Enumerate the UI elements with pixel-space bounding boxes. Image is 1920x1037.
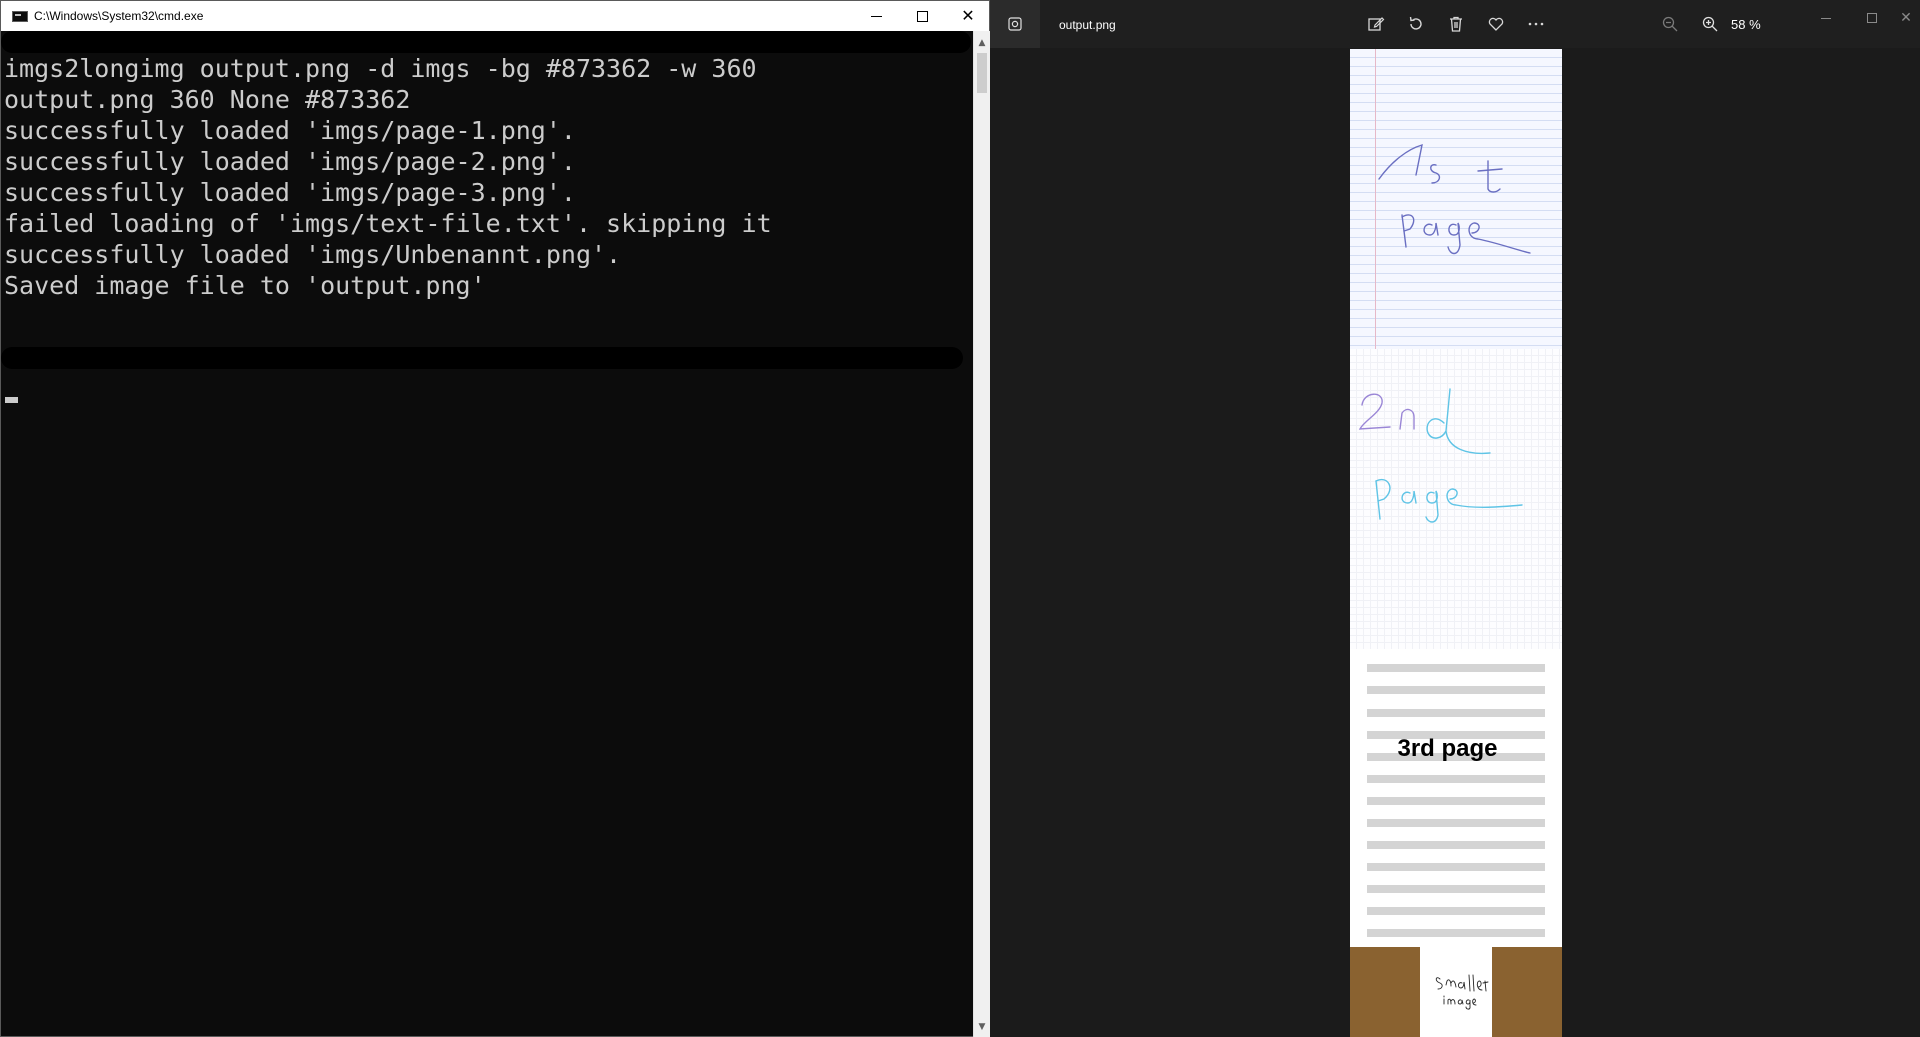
image-page-2 bbox=[1350, 349, 1562, 649]
terminal-line: imgs2longimg output.png -d imgs -bg #873… bbox=[4, 54, 757, 83]
photos-close-button[interactable]: ✕ bbox=[1886, 6, 1920, 30]
cmd-window-title: C:\Windows\System32\cmd.exe bbox=[34, 9, 204, 23]
grey-line bbox=[1367, 686, 1545, 694]
grey-line bbox=[1367, 863, 1545, 871]
edit-button[interactable] bbox=[1364, 12, 1388, 36]
terminal-line: successfully loaded 'imgs/page-2.png'. bbox=[4, 147, 576, 176]
scroll-up-icon[interactable]: ▲ bbox=[974, 35, 990, 51]
image-page-4 bbox=[1420, 947, 1492, 1037]
grey-line bbox=[1367, 664, 1545, 672]
cmd-scrollbar[interactable]: ▲ ▼ bbox=[973, 31, 990, 1037]
photos-minimize-button[interactable] bbox=[1806, 6, 1846, 30]
terminal-line: successfully loaded 'imgs/page-3.png'. bbox=[4, 178, 576, 207]
image-canvas[interactable]: 3rd page bbox=[990, 48, 1920, 1037]
delete-button[interactable] bbox=[1444, 12, 1468, 36]
grey-line bbox=[1367, 797, 1545, 805]
delete-icon bbox=[1450, 16, 1462, 32]
handwriting-1st-page bbox=[1378, 144, 1531, 255]
handwriting-2nd-page bbox=[1358, 388, 1523, 523]
terminal-output[interactable]: imgs2longimg output.png -d imgs -bg #873… bbox=[1, 31, 973, 1037]
edit-icon bbox=[1368, 17, 1385, 31]
terminal-line: Saved image file to 'output.png' bbox=[4, 271, 486, 300]
minimize-button[interactable] bbox=[853, 1, 899, 31]
maximize-icon bbox=[1867, 13, 1877, 23]
rotate-button[interactable] bbox=[1404, 12, 1428, 36]
photos-app-tab[interactable] bbox=[990, 0, 1040, 48]
cmd-titlebar[interactable]: C:\Windows\System32\cmd.exe ✕ bbox=[1, 1, 989, 31]
photos-toolbar: output.png 58 % ✕ bbox=[990, 0, 1920, 48]
grey-line bbox=[1367, 775, 1545, 783]
image-page-3: 3rd page bbox=[1350, 649, 1562, 947]
more-icon bbox=[1528, 22, 1544, 26]
terminal-line: successfully loaded 'imgs/Unbenannt.png'… bbox=[4, 240, 622, 269]
photos-app-icon bbox=[1008, 17, 1022, 31]
minimize-icon bbox=[1821, 17, 1831, 19]
scroll-down-icon[interactable]: ▼ bbox=[974, 1019, 990, 1035]
redacted-line bbox=[1, 31, 971, 53]
zoom-in-icon bbox=[1702, 16, 1718, 32]
cmd-window: C:\Windows\System32\cmd.exe ✕ imgs2longi… bbox=[0, 0, 990, 1037]
terminal-line: output.png 360 None #873362 bbox=[4, 85, 411, 114]
favorite-icon bbox=[1488, 17, 1504, 31]
photos-file-name: output.png bbox=[1059, 18, 1116, 32]
output-image[interactable]: 3rd page bbox=[1350, 49, 1562, 1037]
favorite-button[interactable] bbox=[1484, 12, 1508, 36]
cmd-app-icon[interactable] bbox=[12, 11, 28, 22]
grey-line bbox=[1367, 885, 1545, 893]
terminal-line: failed loading of 'imgs/text-file.txt'. … bbox=[4, 209, 772, 238]
zoom-in-button[interactable] bbox=[1698, 12, 1722, 36]
photos-window: output.png 58 % ✕ 3rd page bbox=[990, 0, 1920, 1037]
close-icon: ✕ bbox=[1900, 10, 1912, 26]
redacted-line bbox=[1, 347, 963, 369]
image-page-4-background bbox=[1350, 947, 1562, 1037]
minimize-icon bbox=[870, 15, 882, 17]
zoom-out-button[interactable] bbox=[1658, 12, 1682, 36]
rotate-icon bbox=[1409, 16, 1422, 30]
close-button[interactable]: ✕ bbox=[945, 1, 991, 31]
scrollbar-thumb[interactable] bbox=[977, 53, 987, 93]
grey-line bbox=[1367, 709, 1545, 717]
grey-line bbox=[1367, 819, 1545, 827]
image-page-1 bbox=[1350, 49, 1562, 349]
text-cursor bbox=[5, 397, 18, 403]
close-icon: ✕ bbox=[961, 6, 975, 25]
maximize-icon bbox=[916, 10, 928, 22]
handwriting-smaller-image bbox=[1435, 974, 1489, 1010]
terminal-line: successfully loaded 'imgs/page-1.png'. bbox=[4, 116, 576, 145]
grey-line bbox=[1367, 907, 1545, 915]
grey-line bbox=[1367, 841, 1545, 849]
zoom-level[interactable]: 58 % bbox=[1731, 17, 1761, 32]
more-button[interactable] bbox=[1524, 12, 1548, 36]
zoom-out-icon bbox=[1662, 16, 1678, 32]
maximize-button[interactable] bbox=[899, 1, 945, 31]
grey-line bbox=[1367, 929, 1545, 937]
page-3-label: 3rd page bbox=[1397, 735, 1498, 762]
